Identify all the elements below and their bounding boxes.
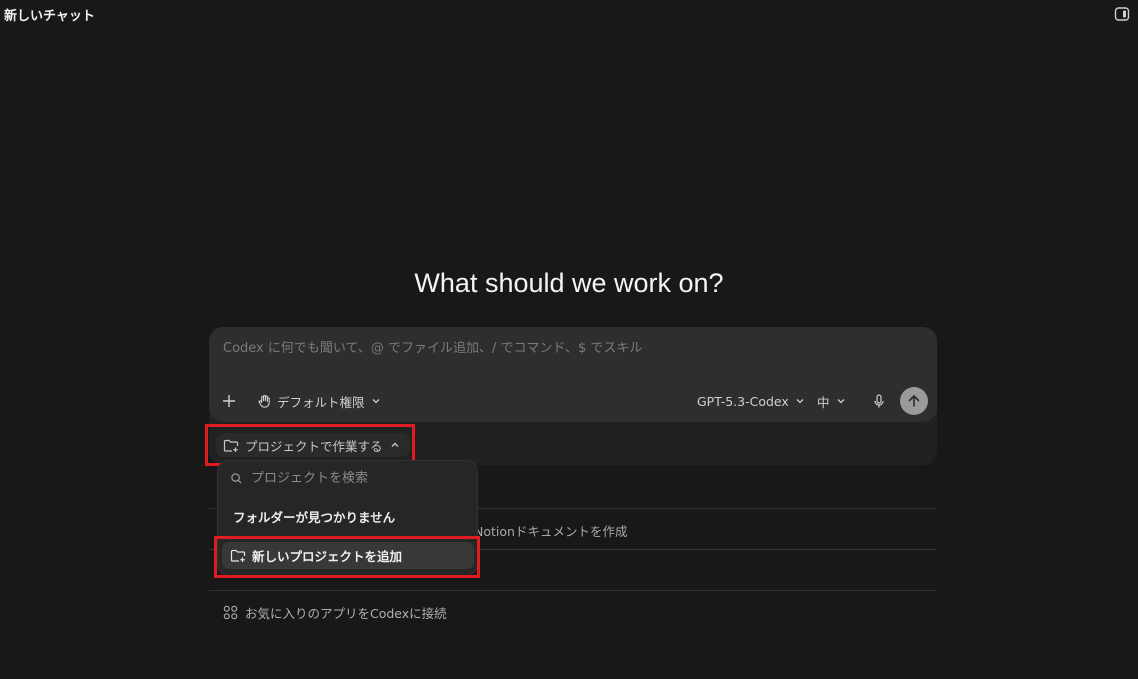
no-folders-message: フォルダーが見つかりません <box>233 510 396 525</box>
effort-selector[interactable]: 中 <box>817 389 847 413</box>
plus-icon <box>223 395 235 407</box>
apps-grid-icon <box>223 605 238 620</box>
divider <box>209 590 936 591</box>
project-selector-button[interactable]: プロジェクトで作業する <box>216 433 410 457</box>
effort-label: 中 <box>817 394 830 410</box>
add-new-project-label: 新しいプロジェクトを追加 <box>252 549 403 564</box>
folder-plus-icon <box>230 549 246 562</box>
microphone-icon <box>874 394 884 408</box>
chevron-down-icon <box>372 399 379 404</box>
project-search <box>230 470 473 487</box>
sidebar-toggle-icon <box>1114 7 1130 21</box>
chevron-down-icon <box>796 399 804 404</box>
search-icon <box>231 473 242 484</box>
permission-label: デフォルト権限 <box>277 394 365 410</box>
page-heading: What should we work on? <box>414 268 724 298</box>
voice-input-button[interactable] <box>871 389 887 413</box>
permission-selector[interactable]: デフォルト権限 <box>257 389 382 413</box>
arrow-up-icon <box>908 395 920 407</box>
model-label: GPT-5.3-Codex <box>697 393 789 409</box>
suggestion-notion[interactable]: Notionドキュメントを作成 <box>474 521 627 540</box>
app-window: 新しいチャット What should we work on? デフォルト権限 … <box>0 0 1138 679</box>
prompt-input[interactable] <box>221 340 925 357</box>
connect-apps-label: お気に入りのアプリをCodexに接続 <box>245 606 447 621</box>
add-attachment-button[interactable] <box>221 389 237 413</box>
model-selector[interactable]: GPT-5.3-Codex <box>697 389 806 413</box>
chevron-down-icon <box>837 399 844 404</box>
send-button[interactable] <box>900 387 928 415</box>
project-selector-label: プロジェクトで作業する <box>245 438 383 454</box>
window-title: 新しいチャット <box>4 9 95 24</box>
suggestion-connect-apps[interactable]: お気に入りのアプリをCodexに接続 <box>223 603 447 622</box>
folder-plus-icon <box>223 439 239 452</box>
project-search-input[interactable] <box>249 470 473 487</box>
project-dropdown: フォルダーが見つかりません 新しいプロジェクトを追加 <box>217 460 478 576</box>
chevron-up-icon <box>391 442 399 447</box>
hand-icon <box>258 394 270 408</box>
sidebar-toggle-button[interactable] <box>1114 6 1130 22</box>
composer: デフォルト権限 GPT-5.3-Codex 中 <box>209 327 937 422</box>
add-new-project-button[interactable]: 新しいプロジェクトを追加 <box>222 542 474 569</box>
